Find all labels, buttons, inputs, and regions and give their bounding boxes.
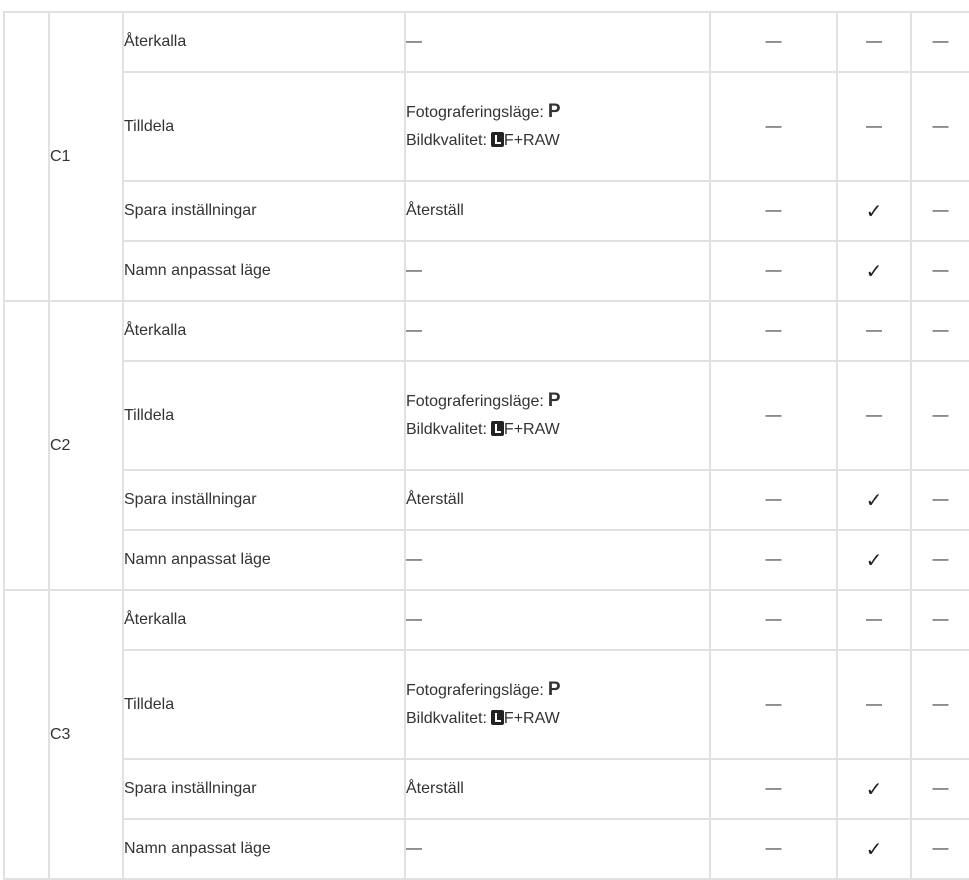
table-row: Namn anpassat läge — — ✓ —	[4, 529, 969, 591]
mode-label: C1	[48, 11, 124, 302]
dash-mark: —	[709, 529, 838, 591]
function-name: Namn anpassat läge	[122, 529, 406, 591]
dash-mark: —	[836, 71, 912, 182]
table-row: Tilldela Fotograferingsläge: P Bildkvalit…	[4, 360, 969, 471]
function-name: Återkalla	[122, 11, 406, 73]
check-icon: ✓	[836, 758, 912, 820]
indent-cell	[3, 589, 50, 880]
dash-mark: —	[910, 649, 969, 760]
large-size-L-icon	[490, 421, 504, 436]
dash-mark: —	[910, 300, 969, 362]
image-quality-label: Bildkvalitet:	[406, 710, 487, 727]
table-row: C1 Återkalla — — — —	[3, 11, 969, 302]
dash-mark: —	[709, 589, 838, 651]
dash-mark: —	[709, 469, 838, 531]
image-quality-value: F+RAW	[503, 421, 560, 438]
table-row: Spara inställningar Återställ — ✓ —	[4, 180, 969, 242]
function-name: Tilldela	[122, 649, 406, 760]
setting-value: Fotograferingsläge: P Bildkvalitet: F+RAW	[404, 360, 711, 471]
dash-mark: —	[910, 180, 969, 242]
function-name: Tilldela	[122, 360, 406, 471]
check-icon: ✓	[836, 469, 912, 531]
function-name: Återkalla	[122, 589, 406, 651]
setting-value: —	[404, 300, 711, 362]
program-mode-letter: P	[547, 101, 561, 122]
table-row: Namn anpassat läge — — ✓ —	[4, 818, 969, 880]
dash-mark: —	[836, 649, 912, 760]
table-row: Namn anpassat läge — — ✓ —	[4, 240, 969, 302]
large-size-L-icon	[490, 710, 504, 725]
program-mode-letter: P	[547, 390, 561, 411]
dash-mark: —	[709, 240, 838, 302]
function-name: Tilldela	[122, 71, 406, 182]
table-row: Tilldela Fotograferingsläge: P Bildkvalit…	[4, 649, 969, 760]
dash-mark: —	[709, 11, 838, 73]
dash-mark: —	[836, 11, 912, 73]
function-name: Spara inställningar	[122, 469, 406, 531]
dash-mark: —	[910, 529, 969, 591]
check-icon: ✓	[836, 818, 912, 880]
dash-mark: —	[910, 11, 969, 73]
table-row: Spara inställningar Återställ — ✓ —	[4, 469, 969, 531]
table-row: Spara inställningar Återställ — ✓ —	[4, 758, 969, 820]
setting-value: Återställ	[404, 758, 711, 820]
dash-mark: —	[709, 758, 838, 820]
function-name: Spara inställningar	[122, 758, 406, 820]
setting-value: Fotograferingsläge: P Bildkvalitet: F+RAW	[404, 649, 711, 760]
setting-value: —	[404, 240, 711, 302]
image-quality-value: F+RAW	[503, 710, 560, 727]
image-quality-label: Bildkvalitet:	[406, 132, 487, 149]
dash-mark: —	[709, 180, 838, 242]
image-quality-value: F+RAW	[503, 132, 560, 149]
table-row: C2 Återkalla — — — —	[3, 300, 969, 591]
large-size-L-icon	[490, 132, 504, 147]
custom-mode-settings-table: C1 Återkalla — — — — Tilldela Fotografer…	[3, 11, 969, 880]
indent-cell	[3, 300, 50, 591]
setting-value: Fotograferingsläge: P Bildkvalitet: F+RAW	[404, 71, 711, 182]
table-row: C3 Återkalla — — — —	[3, 589, 969, 880]
setting-value: Återställ	[404, 180, 711, 242]
check-icon: ✓	[836, 180, 912, 242]
indent-cell	[3, 11, 50, 302]
program-mode-letter: P	[547, 679, 561, 700]
setting-value: —	[404, 11, 711, 73]
dash-mark: —	[910, 469, 969, 531]
function-name: Namn anpassat läge	[122, 818, 406, 880]
dash-mark: —	[910, 360, 969, 471]
table-row: Tilldela Fotograferingsläge: P Bildkvalit…	[4, 71, 969, 182]
dash-mark: —	[910, 758, 969, 820]
shooting-mode-label: Fotograferingsläge:	[406, 104, 544, 121]
dash-mark: —	[836, 360, 912, 471]
dash-mark: —	[709, 71, 838, 182]
setting-value: —	[404, 818, 711, 880]
dash-mark: —	[836, 300, 912, 362]
mode-label: C2	[48, 300, 124, 591]
dash-mark: —	[910, 240, 969, 302]
check-icon: ✓	[836, 240, 912, 302]
dash-mark: —	[836, 589, 912, 651]
shooting-mode-label: Fotograferingsläge:	[406, 682, 544, 699]
setting-value: —	[404, 529, 711, 591]
setting-value: —	[404, 589, 711, 651]
dash-mark: —	[910, 818, 969, 880]
setting-value: Återställ	[404, 469, 711, 531]
function-name: Namn anpassat läge	[122, 240, 406, 302]
dash-mark: —	[709, 300, 838, 362]
dash-mark: —	[910, 71, 969, 182]
mode-label: C3	[48, 589, 124, 880]
dash-mark: —	[709, 360, 838, 471]
dash-mark: —	[709, 649, 838, 760]
function-name: Spara inställningar	[122, 180, 406, 242]
dash-mark: —	[709, 818, 838, 880]
function-name: Återkalla	[122, 300, 406, 362]
image-quality-label: Bildkvalitet:	[406, 421, 487, 438]
dash-mark: —	[910, 589, 969, 651]
shooting-mode-label: Fotograferingsläge:	[406, 393, 544, 410]
check-icon: ✓	[836, 529, 912, 591]
